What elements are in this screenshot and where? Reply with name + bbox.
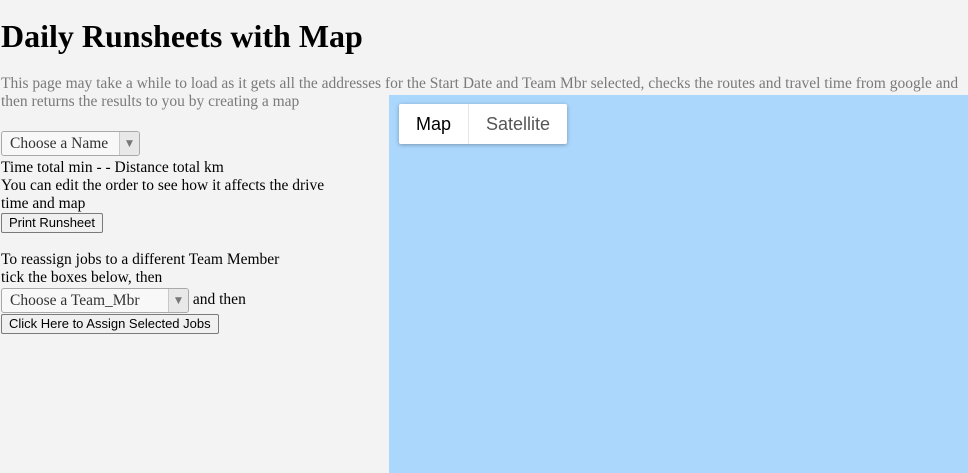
team-select-value: Choose a Team_Mbr xyxy=(10,292,140,309)
left-panel: Choose a Name ▼ Time total min - - Dista… xyxy=(1,131,387,334)
map-type-satellite-button[interactable]: Satellite xyxy=(468,104,567,144)
name-select-value: Choose a Name xyxy=(10,135,109,152)
edit-hint: You can edit the order to see how it aff… xyxy=(1,177,325,212)
and-then-text: and then xyxy=(192,291,246,309)
name-select[interactable]: Choose a Name ▼ xyxy=(1,131,140,156)
reassign-line-2: tick the boxes below, then xyxy=(1,269,163,286)
page-title: Daily Runsheets with Map xyxy=(1,18,363,54)
map-canvas[interactable]: Map Satellite xyxy=(389,95,968,473)
reassign-line-1: To reassign jobs to a different Team Mem… xyxy=(1,251,280,268)
map-type-map-button[interactable]: Map xyxy=(399,104,468,144)
map-type-control: Map Satellite xyxy=(399,104,568,144)
chevron-down-icon: ▼ xyxy=(168,289,188,312)
assign-selected-jobs-button[interactable]: Click Here to Assign Selected Jobs xyxy=(1,314,219,334)
totals-text: Time total min - - Distance total km xyxy=(1,159,224,176)
print-runsheet-button[interactable]: Print Runsheet xyxy=(1,213,103,233)
team-member-select[interactable]: Choose a Team_Mbr ▼ xyxy=(1,288,189,313)
chevron-down-icon: ▼ xyxy=(119,132,139,155)
